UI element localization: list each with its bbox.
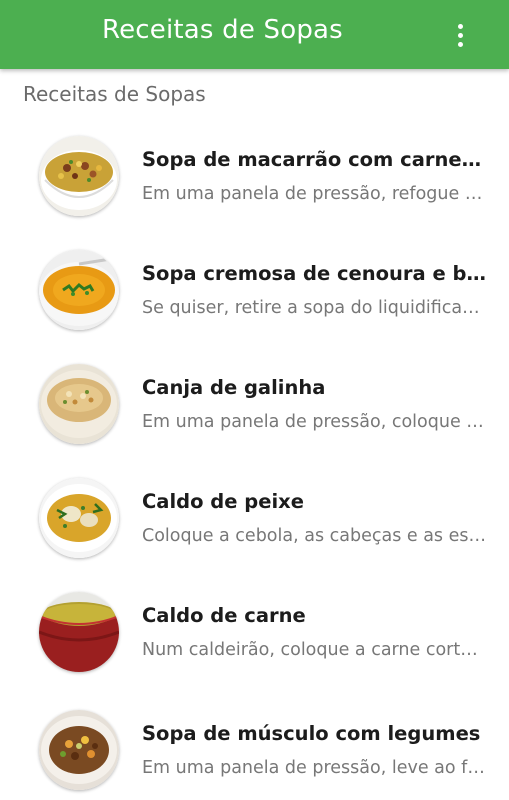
recipe-title: Caldo de carne — [142, 604, 306, 627]
recipe-item[interactable]: Sopa de músculo com legumes Em uma panel… — [0, 688, 509, 800]
chicken-soup-image — [39, 364, 119, 444]
recipe-subtitle: Se quiser, retire a sopa do liquidificad… — [142, 298, 487, 318]
app-bar: Receitas de Sopas — [0, 0, 509, 69]
recipe-item[interactable]: Caldo de peixe Coloque a cebola, as cabe… — [0, 460, 509, 574]
recipe-title: Sopa de macarrão com carne e l… — [142, 148, 487, 171]
recipe-title: Sopa de músculo com legumes — [142, 722, 481, 745]
recipe-subtitle: Em uma panela de pressão, coloque … — [142, 412, 484, 432]
recipe-title: Sopa cremosa de cenoura e bat… — [142, 262, 487, 285]
recipe-title: Caldo de peixe — [142, 490, 304, 513]
section-header: Receitas de Sopas — [23, 82, 206, 106]
recipe-subtitle: Em uma panela de pressão, leve ao f… — [142, 758, 485, 778]
recipe-subtitle: Em uma panela de pressão, refogue … — [142, 184, 483, 204]
recipe-item[interactable]: Sopa cremosa de cenoura e bat… Se quiser… — [0, 232, 509, 346]
fish-broth-image — [39, 478, 119, 558]
recipe-title: Canja de galinha — [142, 376, 326, 399]
recipe-item[interactable]: Sopa de macarrão com carne e l… Em uma p… — [0, 118, 509, 232]
macaroni-beef-soup-image — [39, 136, 119, 216]
beef-broth-image — [39, 592, 119, 672]
beef-vegetable-soup-image — [39, 710, 119, 790]
recipe-subtitle: Num caldeirão, coloque a carne corta… — [142, 640, 487, 660]
recipe-item[interactable]: Caldo de carne Num caldeirão, coloque a … — [0, 574, 509, 688]
recipe-item[interactable]: Canja de galinha Em uma panela de pressã… — [0, 346, 509, 460]
app-title: Receitas de Sopas — [102, 15, 343, 45]
recipe-subtitle: Coloque a cebola, as cabeças e as es… — [142, 526, 486, 546]
more-vert-icon[interactable] — [444, 15, 476, 55]
carrot-cream-soup-image — [39, 250, 119, 330]
